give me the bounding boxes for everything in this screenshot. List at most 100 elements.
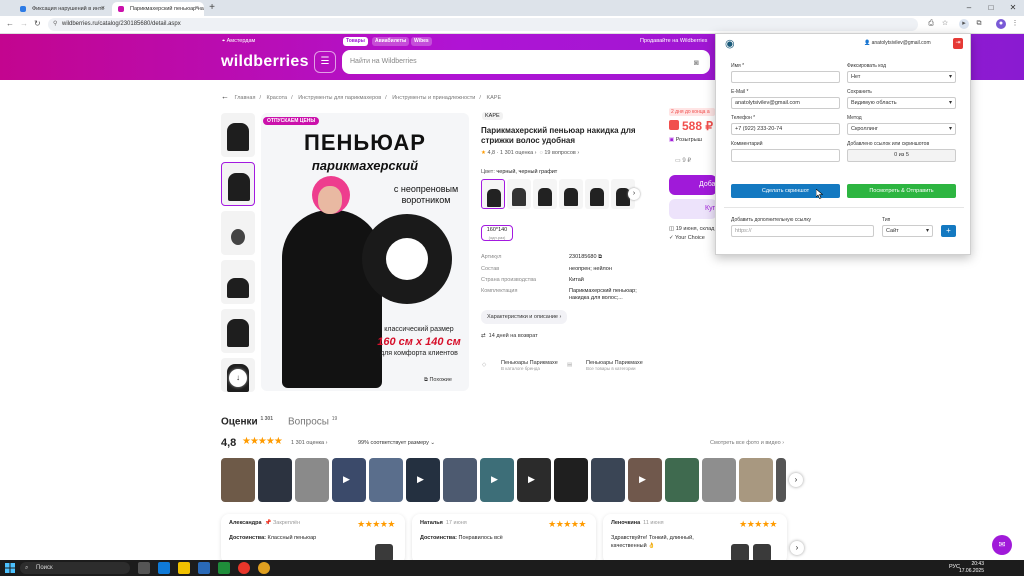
gallery-thumb[interactable] [221,260,255,304]
color-variant-selected[interactable] [481,179,505,209]
chrome-icon[interactable] [258,562,270,574]
bookmark-star-icon[interactable]: ☆ [940,19,950,29]
taskbar-search[interactable]: ⌕ Поиск [20,562,130,574]
task-view-icon[interactable] [138,562,150,574]
profile-avatar-icon[interactable]: ● [996,19,1006,29]
forward-arrow-icon[interactable]: → [20,19,28,28]
review-count[interactable]: 1 301 оценка › [291,440,328,446]
breadcrumb-item[interactable]: Главная [235,95,256,101]
review-photo-video[interactable]: ▶ [480,458,514,502]
yandex-icon[interactable] [238,562,250,574]
product-rating[interactable]: ★ 4,8 · 1 301 оценка › ◌ 19 вопросов › [481,150,579,156]
gallery-thumb[interactable] [221,211,255,255]
review-card[interactable]: Наталья 17 июня ★★★★★ Достоинства: Понрав… [412,514,596,564]
save-area-select[interactable]: Видимую область [847,97,956,109]
camera-search-icon[interactable]: ◙ [694,58,699,67]
review-photo[interactable] [702,458,736,502]
review-photo-video[interactable]: ▶ [517,458,551,502]
tab-reviews[interactable]: Оценки 1 301 [221,416,273,427]
copy-icon[interactable]: ⧉ [598,254,602,260]
fix-code-select[interactable]: Нет [847,71,956,83]
sell-on-wb-link[interactable]: Продавайте на Wildberries [640,38,707,44]
all-photos-link[interactable]: Смотреть все фото и видео › [710,440,784,446]
minimize-icon[interactable]: – [958,0,980,16]
new-tab-plus-icon[interactable]: + [206,2,218,14]
review-card[interactable]: Леночкина 11 июня ★★★★★ Здравствуйте! Тон… [603,514,787,564]
review-photo-video[interactable]: ▶ [406,458,440,502]
extension-active-icon[interactable]: ▸ [959,19,969,29]
raffle-label[interactable]: ▣ Розыгрыш [669,137,702,143]
size-option[interactable]: 160*140 (одн.раз) [481,225,513,241]
install-icon[interactable]: ⎙ [926,19,936,29]
review-card[interactable]: Александра 📌 Закреплён ★★★★★ Достоинства:… [221,514,405,564]
back-arrow-icon[interactable]: ← [221,92,229,101]
review-photo[interactable] [258,458,292,502]
take-screenshot-button[interactable]: Сделать скриншот [731,184,840,198]
header-pill-wibes[interactable]: Wibes [411,37,432,46]
excel-icon[interactable] [218,562,230,574]
store-icon[interactable] [198,562,210,574]
review-photo-video[interactable]: ▶ [628,458,662,502]
review-photo[interactable] [776,458,786,502]
phone-field[interactable]: +7 (922) 233-20-74 [731,123,840,135]
windows-start-icon[interactable] [4,562,16,574]
address-bar[interactable]: ⚲ wildberries.ru/catalog/230185680/detai… [48,18,918,31]
gallery-thumb[interactable] [221,309,255,353]
site-info-icon[interactable]: ⚲ [53,18,57,31]
gallery-thumb[interactable] [221,113,255,157]
wb-logo[interactable]: wildberries [221,53,309,71]
extensions-puzzle-icon[interactable]: ⧉ [974,19,984,29]
breadcrumb-item[interactable]: KAPE [486,95,501,101]
gallery-thumb-selected[interactable] [221,162,255,206]
tab-close-icon[interactable]: × [195,2,199,16]
reviews-next-arrow-icon[interactable]: › [790,541,804,555]
chat-support-icon[interactable]: ✉ [992,535,1012,555]
brand-tag[interactable]: KAPE [482,112,503,120]
review-photo[interactable] [591,458,625,502]
brand-catalog-link[interactable]: ◇ Пеньюары Парикмахе В каталоге бренда [482,360,558,371]
search-input[interactable]: Найти на Wildberries [342,50,710,74]
add-link-button[interactable]: + [941,225,956,237]
tab-close-icon[interactable]: × [101,2,105,16]
review-photo[interactable] [739,458,773,502]
comment-field[interactable] [731,149,840,162]
review-photo[interactable] [221,458,255,502]
extra-link-input[interactable]: https:// [731,225,874,237]
review-photo[interactable] [554,458,588,502]
similar-button[interactable]: ⧉ Похожие [424,377,452,384]
review-photo[interactable] [295,458,329,502]
size-match[interactable]: 99% соответствует размеру ⌄ [358,440,435,446]
color-next-arrow-icon[interactable]: › [628,188,640,200]
maximize-icon[interactable]: □ [980,0,1002,16]
email-field[interactable]: anatolytsivilev@gmail.com [731,97,840,109]
color-variant[interactable] [533,179,557,209]
name-field[interactable] [731,71,840,83]
clock[interactable]: 20:43 17.06.2025 [959,561,984,575]
breadcrumb-item[interactable]: Инструменты и принадлежности [392,95,475,101]
review-photo[interactable] [443,458,477,502]
header-pill-goods[interactable]: Товары [343,37,368,46]
gallery-scroll-down-icon[interactable]: ↓ [229,369,247,387]
review-photo[interactable] [665,458,699,502]
back-arrow-icon[interactable]: ← [6,19,14,28]
photos-next-arrow-icon[interactable]: › [789,473,803,487]
menu-burger-icon[interactable]: ☰ [314,51,336,73]
close-window-icon[interactable]: ✕ [1002,0,1024,16]
browser-tab-1[interactable]: Фиксация нарушений в инте × [14,2,110,16]
header-pill-flights[interactable]: Авиабилеты [372,37,410,46]
extension-logout-icon[interactable]: ⇥ [953,38,963,49]
edge-icon[interactable] [158,562,170,574]
tab-questions[interactable]: Вопросы 19 [288,416,337,427]
color-variant[interactable] [507,179,531,209]
review-photo[interactable] [369,458,403,502]
return-policy[interactable]: ⇄ 14 дней на возврат [481,333,538,339]
breadcrumb-item[interactable]: Красота [267,95,288,101]
add-to-cart-button[interactable]: Добав [669,175,719,195]
browser-menu-icon[interactable]: ⋮ [1010,19,1020,29]
color-variant[interactable] [559,179,583,209]
seller-name[interactable]: ✓ Your Choice [669,235,705,241]
explorer-icon[interactable] [178,562,190,574]
review-photo-video[interactable]: ▶ [332,458,366,502]
view-and-send-button[interactable]: Посмотреть & Отправить [847,184,956,198]
category-link[interactable]: ▤ Пеньюары Парикмахе Все товары в категор… [567,360,643,371]
